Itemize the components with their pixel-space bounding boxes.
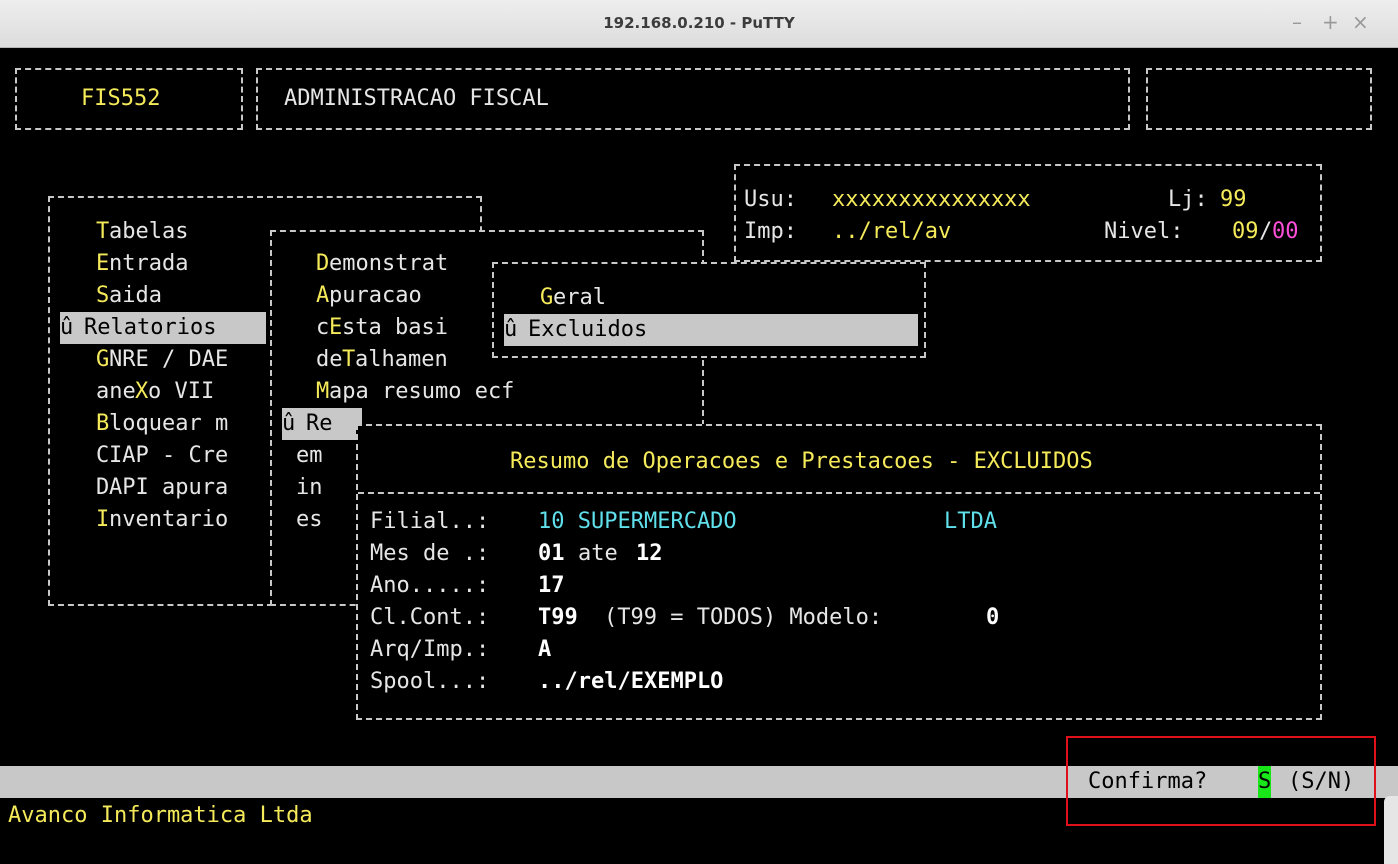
spool-label: Spool...:	[370, 669, 490, 694]
clcont-value[interactable]: T99	[538, 602, 578, 634]
ano-value[interactable]: 17	[538, 570, 565, 602]
modelo-value[interactable]: 0	[986, 602, 999, 634]
maximize-button[interactable]: +	[1322, 10, 1339, 34]
mes-ate-label: ate	[578, 541, 618, 566]
menu-item-relatorios[interactable]: û Relatorios	[60, 312, 266, 344]
menu-item-relatorios-label: Relatorios	[84, 315, 217, 340]
usu-value: xxxxxxxxxxxxxxx	[832, 187, 1031, 212]
annotation-highlight-box	[1066, 736, 1376, 826]
system-title-box: ADMINISTRACAO FISCAL	[256, 68, 1130, 130]
clcont-label: Cl.Cont.:	[370, 605, 490, 630]
arq-imp-value[interactable]: A	[538, 634, 551, 666]
empty-header-box	[1146, 68, 1372, 130]
submenu-item-resumo-label: Re	[306, 411, 333, 436]
window-titlebar: 192.168.0.210 - PuTTY – + ×	[0, 0, 1398, 48]
arq-imp-label: Arq/Imp.:	[370, 637, 490, 662]
filial-value[interactable]: 10 SUPERMERCADO	[538, 506, 737, 538]
company-footer: Avanco Informatica Ltda	[8, 803, 313, 828]
filial-suffix: LTDA	[944, 509, 997, 534]
program-code-box: FIS552	[15, 68, 243, 130]
dialog-title: Resumo de Operacoes e Prestacoes - EXCLU…	[510, 449, 1093, 474]
submenu-item-resumo[interactable]: û Re	[282, 408, 362, 440]
ano-label: Ano.....:	[370, 573, 490, 598]
resumo-dialog: Resumo de Operacoes e Prestacoes - EXCLU…	[356, 424, 1322, 720]
scrollbar-corner[interactable]	[1384, 796, 1398, 864]
close-button[interactable]: ×	[1352, 10, 1369, 34]
resumo-submenu: Geral û Excluidos	[492, 262, 926, 358]
imp-label: Imp:	[744, 219, 797, 244]
window-title: 192.168.0.210 - PuTTY	[603, 14, 795, 32]
minimize-button[interactable]: –	[1292, 10, 1302, 34]
nivel-label: Nivel:	[1104, 219, 1184, 244]
dialog-divider	[358, 492, 1320, 494]
selection-marker: û	[504, 317, 518, 342]
mes-label: Mes de .:	[370, 541, 490, 566]
nivel-value-b: 00	[1272, 219, 1299, 244]
clcont-note: (T99 = TODOS) Modelo:	[604, 605, 883, 630]
system-title: ADMINISTRACAO FISCAL	[284, 86, 549, 111]
mes-to-value[interactable]: 12	[636, 538, 663, 570]
submenu-item-excluidos[interactable]: û Excluidos	[504, 314, 918, 346]
program-code: FIS552	[81, 86, 161, 111]
mes-from-value[interactable]: 01	[538, 538, 565, 570]
spool-value[interactable]: ../rel/EXEMPLO	[538, 666, 723, 698]
selection-marker: û	[60, 315, 74, 340]
imp-value: ../rel/av	[832, 219, 952, 244]
filial-label: Filial..:	[370, 509, 490, 534]
nivel-value-a: 09	[1232, 219, 1259, 244]
user-info-box: Usu: xxxxxxxxxxxxxxx Lj: 99 Imp: ../rel/…	[734, 164, 1322, 262]
lj-label: Lj:	[1168, 187, 1208, 212]
submenu-item-excluidos-label: Excluidos	[528, 317, 648, 342]
nivel-separator: /	[1259, 219, 1273, 244]
lj-value: 99	[1220, 187, 1247, 212]
selection-marker: û	[282, 411, 296, 436]
usu-label: Usu:	[744, 187, 797, 212]
